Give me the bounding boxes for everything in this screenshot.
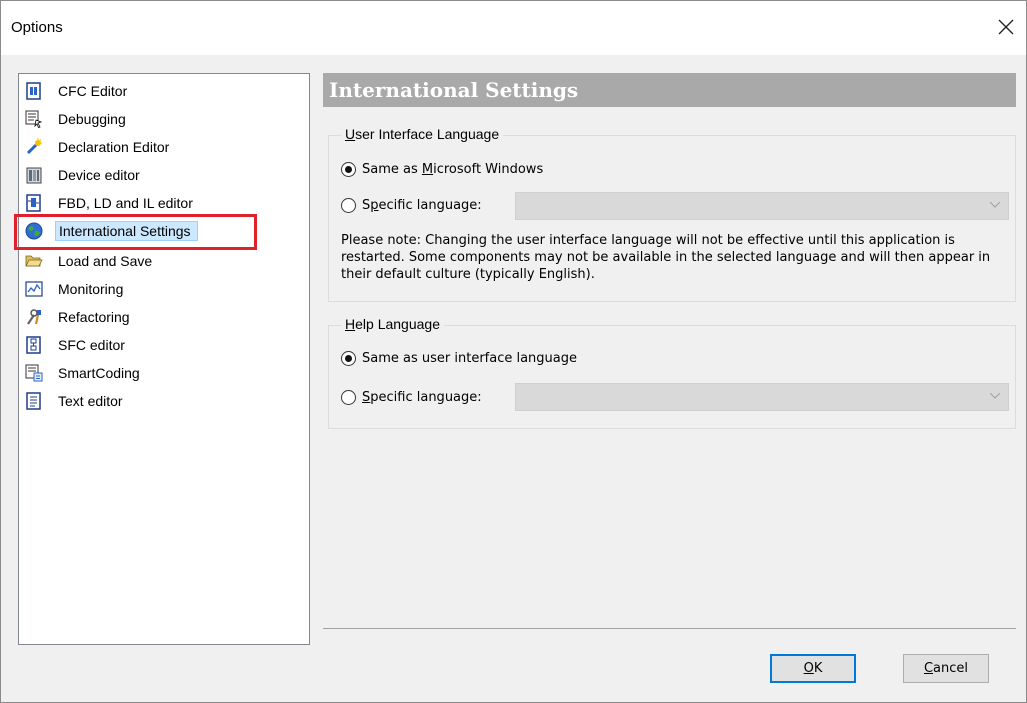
help-language-select[interactable] (515, 383, 1009, 411)
radio-same-as-windows[interactable]: Same as Microsoft Windows (341, 158, 543, 180)
close-icon[interactable] (994, 15, 1018, 39)
options-dialog: Options CFC Editor Debugging Declaration… (0, 0, 1027, 703)
group-legend: Help Language (341, 316, 444, 332)
help-language-group: Help Language Same as user interface lan… (328, 316, 1016, 429)
tree-item-monitoring[interactable]: Monitoring (25, 277, 126, 301)
ok-button[interactable]: OK (770, 654, 856, 683)
radio-label: Same as Microsoft Windows (362, 161, 544, 177)
tree-item-label: Device editor (58, 167, 140, 183)
smartcoding-icon (25, 364, 43, 382)
chevron-down-icon (990, 202, 1000, 208)
tree-item-device-editor[interactable]: Device editor (25, 163, 143, 187)
fbd-ld-il-editor-icon (26, 194, 41, 212)
radio-button[interactable] (341, 197, 356, 213)
tree-item-label: Refactoring (58, 309, 130, 325)
tree-item-label: SFC editor (58, 337, 125, 353)
radio-label: Same as user interface language (362, 350, 578, 366)
tree-item-label: International Settings (55, 221, 198, 241)
declaration-editor-icon (26, 138, 42, 155)
tree-item-sfc-editor[interactable]: SFC editor (25, 333, 128, 357)
folder-open-icon (25, 255, 43, 267)
tree-item-label: Declaration Editor (58, 139, 170, 155)
tree-item-label: FBD, LD and IL editor (58, 195, 193, 211)
tree-item-label: Load and Save (58, 253, 153, 269)
tree-item-label: Text editor (58, 393, 123, 409)
title-bar: Options (1, 1, 1026, 55)
tree-item-cfc-editor[interactable]: CFC Editor (25, 79, 130, 103)
radio-label: Specific language: (362, 389, 482, 405)
cancel-button[interactable]: Cancel (903, 654, 989, 683)
panel-header: International Settings (323, 73, 1016, 107)
tree-item-international-settings[interactable]: International Settings (25, 219, 198, 243)
tree-item-refactoring[interactable]: Refactoring (25, 305, 133, 329)
debugging-icon (25, 110, 43, 128)
chevron-down-icon (990, 393, 1000, 399)
monitoring-icon (25, 281, 43, 297)
language-note: Please note: Changing the user interface… (341, 233, 991, 282)
radio-label: Specific language: (362, 197, 482, 213)
refactoring-icon (27, 309, 41, 325)
ui-language-select[interactable] (515, 192, 1009, 220)
user-interface-language-group: User Interface Language Same as Microsof… (328, 126, 1016, 302)
radio-same-as-ui-language[interactable]: Same as user interface language (341, 347, 577, 369)
group-legend: User Interface Language (341, 126, 504, 142)
tree-item-fbd-ld-il-editor[interactable]: FBD, LD and IL editor (25, 191, 196, 215)
radio-button[interactable] (341, 161, 356, 177)
radio-button[interactable] (341, 389, 356, 405)
footer-separator (323, 628, 1016, 629)
tree-item-label: Monitoring (58, 281, 124, 297)
cfc-editor-icon (26, 82, 41, 100)
sfc-editor-icon (26, 336, 41, 354)
tree-item-text-editor[interactable]: Text editor (25, 389, 126, 413)
tree-item-debugging[interactable]: Debugging (25, 107, 129, 131)
dialog-title: Options (11, 19, 63, 36)
radio-help-specific-language[interactable]: Specific language: (341, 386, 482, 408)
tree-item-label: Debugging (58, 111, 126, 127)
tree-item-label: CFC Editor (58, 83, 128, 99)
tree-item-smartcoding[interactable]: SmartCoding (25, 361, 143, 385)
options-category-tree[interactable]: CFC Editor Debugging Declaration Editor (18, 73, 310, 645)
tree-item-declaration-editor[interactable]: Declaration Editor (25, 135, 172, 159)
globe-icon (25, 222, 43, 240)
tree-item-label: SmartCoding (58, 365, 140, 381)
tree-item-load-and-save[interactable]: Load and Save (25, 249, 155, 273)
text-editor-icon (26, 392, 41, 410)
device-editor-icon (26, 167, 42, 184)
radio-button[interactable] (341, 350, 356, 366)
radio-specific-language[interactable]: Specific language: (341, 194, 482, 216)
